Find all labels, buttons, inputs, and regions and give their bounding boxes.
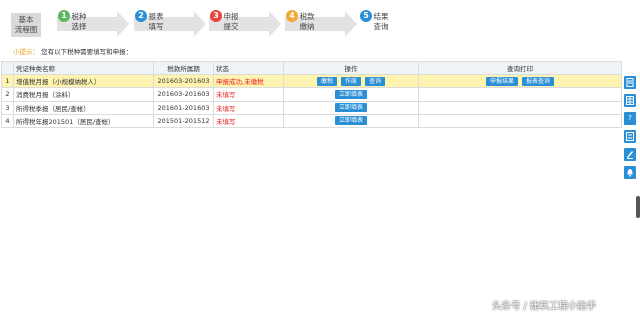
row-status: 未填写 [213, 113, 284, 128]
pay-tax-button[interactable]: 缴税 [316, 76, 337, 86]
scroll-handle[interactable] [636, 196, 640, 218]
process-steps: 基本 流程图 1 税种 选择 2 报表 填写 3 申报 提交 4 税款 缴纳 5 结果查… [0, 0, 640, 40]
table-row[interactable]: 4 所得税年报201501（居民/查帐） 201501-201512 未填写 立… [1, 113, 622, 128]
row-ops: 立即填表 [283, 113, 419, 128]
table-header-row: 凭证种类名称 税款所属期 状态 操作 查询打印 [1, 60, 622, 76]
right-sidebar: ? [624, 76, 636, 184]
fill-form-button[interactable]: 立即填表 [334, 89, 367, 99]
tip-label: 小提示： [13, 48, 39, 56]
query-button[interactable]: 查询 [365, 76, 386, 86]
row-query-print [418, 100, 622, 115]
row-index: 3 [1, 100, 14, 115]
table-row[interactable]: 2 消费税月报（涂料） 201603-201603 未填写 立即填表 [1, 87, 622, 102]
step-label: 税种 选择 [71, 12, 87, 31]
row-period: 201603-201603 [153, 74, 214, 89]
row-ops: 缴税 作废 查询 [283, 74, 419, 89]
col-query-print-header: 查询打印 [418, 60, 622, 76]
col-ops-header: 操作 [283, 60, 419, 76]
row-status: 未填写 [213, 100, 284, 115]
tip-line: 小提示： 您有以下税种需要填写和申报： [13, 46, 132, 56]
fill-form-button[interactable]: 立即填表 [334, 116, 367, 126]
row-index: 2 [1, 87, 14, 102]
void-button[interactable]: 作废 [340, 76, 361, 86]
list-icon[interactable] [624, 130, 636, 143]
row-period: 201601-201603 [153, 100, 214, 115]
row-name: 增值税月报（小规模纳税人） [13, 74, 154, 89]
col-name-header: 凭证种类名称 [13, 60, 154, 76]
home-line2: 流程图 [14, 25, 38, 34]
tip-text: 您有以下税种需要填写和申报： [41, 48, 133, 56]
row-index: 1 [1, 74, 14, 89]
bell-icon[interactable] [624, 166, 636, 179]
report-query-button[interactable]: 报表查询 [522, 76, 555, 86]
row-query-print: 申报结果 报表查询 [418, 74, 622, 89]
help-icon[interactable]: ? [624, 112, 636, 125]
col-period-header: 税款所属期 [153, 60, 214, 76]
row-period: 201603-201603 [153, 87, 214, 102]
document-icon[interactable] [624, 76, 636, 89]
row-status: 未填写 [213, 87, 284, 102]
col-status-header: 状态 [213, 60, 284, 76]
row-name: 所得税年报201501（居民/查帐） [13, 113, 154, 128]
row-ops: 立即填表 [283, 87, 419, 102]
table-icon[interactable] [624, 94, 636, 107]
col-index-header [1, 60, 14, 76]
step-label: 税款 缴纳 [299, 12, 315, 31]
row-period: 201501-201512 [153, 113, 214, 128]
row-query-print [418, 113, 622, 128]
fill-form-button[interactable]: 立即填表 [334, 103, 367, 113]
row-index: 4 [1, 113, 14, 128]
tax-declaration-table: 凭证种类名称 税款所属期 状态 操作 查询打印 1 增值税月报（小规模纳税人） … [1, 60, 622, 128]
declare-result-button[interactable]: 申报结果 [485, 76, 518, 86]
table-row[interactable]: 3 所得税季报（居民/查帐） 201601-201603 未填写 立即填表 [1, 100, 622, 115]
row-name: 消费税月报（涂料） [13, 87, 154, 102]
step-label: 申报 提交 [223, 12, 239, 31]
basic-flowchart-button[interactable]: 基本 流程图 [11, 13, 41, 37]
step-label: 结果 查询 [373, 12, 389, 31]
watermark-text: 头条号 / 建筑工程小能手 [492, 301, 597, 312]
step-label: 报表 填写 [148, 12, 164, 31]
table-row[interactable]: 1 增值税月报（小规模纳税人） 201603-201603 申报成功,未缴税 缴… [1, 74, 622, 89]
row-ops: 立即填表 [283, 100, 419, 115]
row-query-print [418, 87, 622, 102]
row-name: 所得税季报（居民/查帐） [13, 100, 154, 115]
row-status: 申报成功,未缴税 [213, 74, 284, 89]
edit-icon[interactable] [624, 148, 636, 161]
home-line1: 基本 [18, 15, 34, 24]
